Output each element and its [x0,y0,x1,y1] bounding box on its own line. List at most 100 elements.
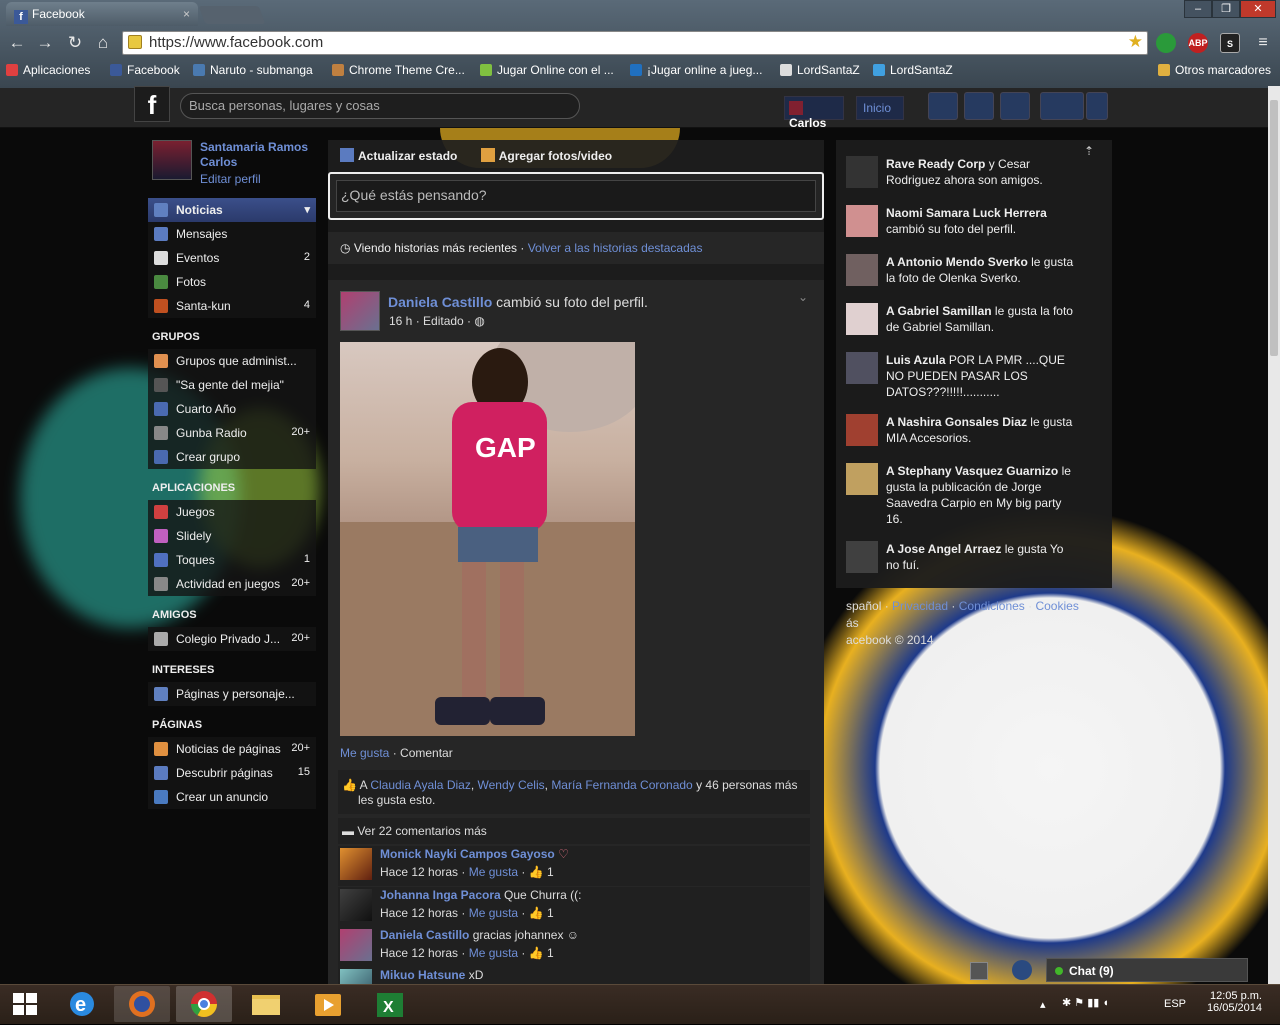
page-scrollbar[interactable] [1268,86,1280,984]
sidebar-item-eventos[interactable]: Eventos 2 [148,246,316,270]
like-link[interactable]: Me gusta [340,746,389,760]
bookmark-chrome-theme[interactable]: Chrome Theme Cre... [332,63,465,77]
back-icon[interactable]: ← [6,32,28,54]
excel-icon[interactable]: X [362,986,418,1022]
sidebar-item-noticias[interactable]: Noticias ▾ [148,198,316,222]
comment-like-link[interactable]: Me gusta [469,865,518,879]
menu-icon[interactable]: ≡ [1252,32,1274,54]
avatar[interactable] [340,848,372,880]
sidebar-item-toques[interactable]: Toques 1 [148,548,316,572]
sidebar-item-slidely[interactable]: Slidely [148,524,316,548]
bookmark-apps[interactable]: Aplicaciones [6,63,90,77]
top-stories-link[interactable]: Volver a las historias destacadas [528,241,703,255]
post-author-link[interactable]: Daniela Castillo [388,294,492,310]
avatar[interactable] [340,969,372,984]
media-player-icon[interactable] [300,986,356,1022]
sidebar-item-crear-grupo[interactable]: Crear grupo [148,445,316,469]
post-photo[interactable]: GAP [340,342,635,736]
view-more-comments[interactable]: ▬ Ver 22 comentarios más [338,818,810,844]
messages-icon[interactable] [964,92,994,120]
privacy-shortcuts-icon[interactable] [1040,92,1084,120]
avatar[interactable] [340,889,372,921]
sidebar-item-santa-kun[interactable]: Santa-kun 4 [148,294,316,318]
close-window-button[interactable]: ✕ [1240,0,1276,18]
search-input[interactable]: Busca personas, lugares y cosas [180,93,580,119]
profile-name[interactable]: Santamaria Ramos Carlos [200,140,316,170]
address-bar[interactable]: https://www.facebook.com ★ [122,31,1148,55]
sidebar-item-fotos[interactable]: Fotos [148,270,316,294]
bookmark-lordsantaz-1[interactable]: LordSantaZ [780,63,860,77]
other-bookmarks[interactable]: Otros marcadores [1158,63,1271,77]
collapse-ticker-icon[interactable]: ⇡ [1084,144,1094,158]
section-heading-pages[interactable]: PÁGINAS [152,719,202,731]
sidebar-item-cuarto-ano[interactable]: Cuarto Año [148,397,316,421]
facebook-logo[interactable]: f [134,86,170,122]
section-heading-interests[interactable]: INTERESES [152,664,214,676]
comment-like-link[interactable]: Me gusta [469,906,518,920]
sidebar-toggle-icon[interactable] [970,962,988,980]
chevron-down-icon[interactable]: ▾ [304,203,310,216]
sidebar-item-paginas-personajes[interactable]: Páginas y personaje... [148,682,316,706]
bookmark-naruto[interactable]: Naruto - submanga [193,63,313,77]
sidebar-item-actividad-juegos[interactable]: Actividad en juegos 20+ [148,572,316,596]
windows-start-icon[interactable] [0,986,50,1022]
profile-picture[interactable] [152,140,192,180]
internet-explorer-icon[interactable]: e [54,986,110,1022]
friend-requests-icon[interactable] [928,92,958,120]
chrome-icon[interactable] [176,986,232,1022]
cookies-link[interactable]: Cookies [1035,599,1078,613]
keyboard-language[interactable]: ESP [1164,998,1186,1010]
post-options-chevron-icon[interactable]: ⌄ [798,290,808,304]
hangouts-icon[interactable] [1156,33,1176,53]
sidebar-item-descubrir[interactable]: Descubrir páginas 15 [148,761,316,785]
notifications-icon[interactable] [1000,92,1030,120]
scrollbar-thumb[interactable] [1270,100,1278,356]
bookmark-facebook[interactable]: Facebook [110,63,180,77]
status-input[interactable]: ¿Qué estás pensando? [336,180,816,212]
sidebar-item-grupos-admin[interactable]: Grupos que administ... [148,349,316,373]
comment-author-link[interactable]: Mikuo Hatsune [380,968,465,982]
home-icon[interactable]: ⌂ [92,32,114,54]
bookmark-star-icon[interactable]: ★ [1128,32,1143,52]
firefox-icon[interactable] [114,986,170,1022]
sidebar-item-noticias-paginas[interactable]: Noticias de páginas 20+ [148,737,316,761]
sidebar-item-gunba-radio[interactable]: Gunba Radio 20+ [148,421,316,445]
section-heading-apps[interactable]: APLICACIONES [152,482,235,494]
section-heading-groups[interactable]: GRUPOS [152,331,200,343]
close-tab-icon[interactable]: × [183,7,190,21]
sidebar-item-juegos[interactable]: Juegos [148,500,316,524]
new-tab-button[interactable] [198,6,266,24]
s-extension-icon[interactable]: S [1220,33,1240,53]
language-link[interactable]: spañol [846,599,881,613]
comment-like-link[interactable]: Me gusta [469,946,518,960]
terms-link[interactable]: Condiciones [959,599,1025,613]
sidebar-item-colegio[interactable]: Colegio Privado J... 20+ [148,627,316,651]
more-link[interactable]: ás [846,616,859,630]
settings-dropdown-icon[interactable] [1086,92,1108,120]
home-nav-button[interactable]: Inicio [856,96,904,120]
comment-author-link[interactable]: Daniela Castillo [380,928,469,942]
sidebar-item-crear-anuncio[interactable]: Crear un anuncio [148,785,316,809]
tab-add-photos[interactable]: Agregar fotos/video [480,148,612,163]
avatar[interactable] [340,291,380,331]
file-explorer-icon[interactable] [238,986,294,1022]
tab-update-status[interactable]: Actualizar estado [340,148,457,163]
tray-expand-icon[interactable]: ▴ [1040,998,1046,1011]
liker-link[interactable]: María Fernanda Coronado [551,778,692,792]
chat-tab[interactable]: Chat (9) [1046,958,1248,982]
forward-icon[interactable]: → [34,32,56,54]
profile-nav-button[interactable]: Carlos [784,96,844,130]
comment-link[interactable]: Comentar [400,746,453,760]
adblock-icon[interactable]: ABP [1188,33,1208,53]
bookmark-jugar-juegos[interactable]: ¡Jugar online a jueg... [630,63,762,77]
sidebar-item-mensajes[interactable]: Mensajes [148,222,316,246]
tray-network-icon[interactable]: ✱ ⚑ ▮▮ ◖ [1062,996,1109,1009]
section-heading-friends[interactable]: AMIGOS [152,609,197,621]
comment-author-link[interactable]: Johanna Inga Pacora [380,888,501,902]
liker-link[interactable]: Claudia Ayala Diaz [370,778,471,792]
comment-author-link[interactable]: Monick Nayki Campos Gayoso [380,847,555,861]
privacy-link[interactable]: Privacidad [892,599,948,613]
bookmark-jugar-online[interactable]: Jugar Online con el ... [480,63,614,77]
globe-icon[interactable] [1012,960,1032,980]
maximize-button[interactable]: ❐ [1212,0,1240,18]
